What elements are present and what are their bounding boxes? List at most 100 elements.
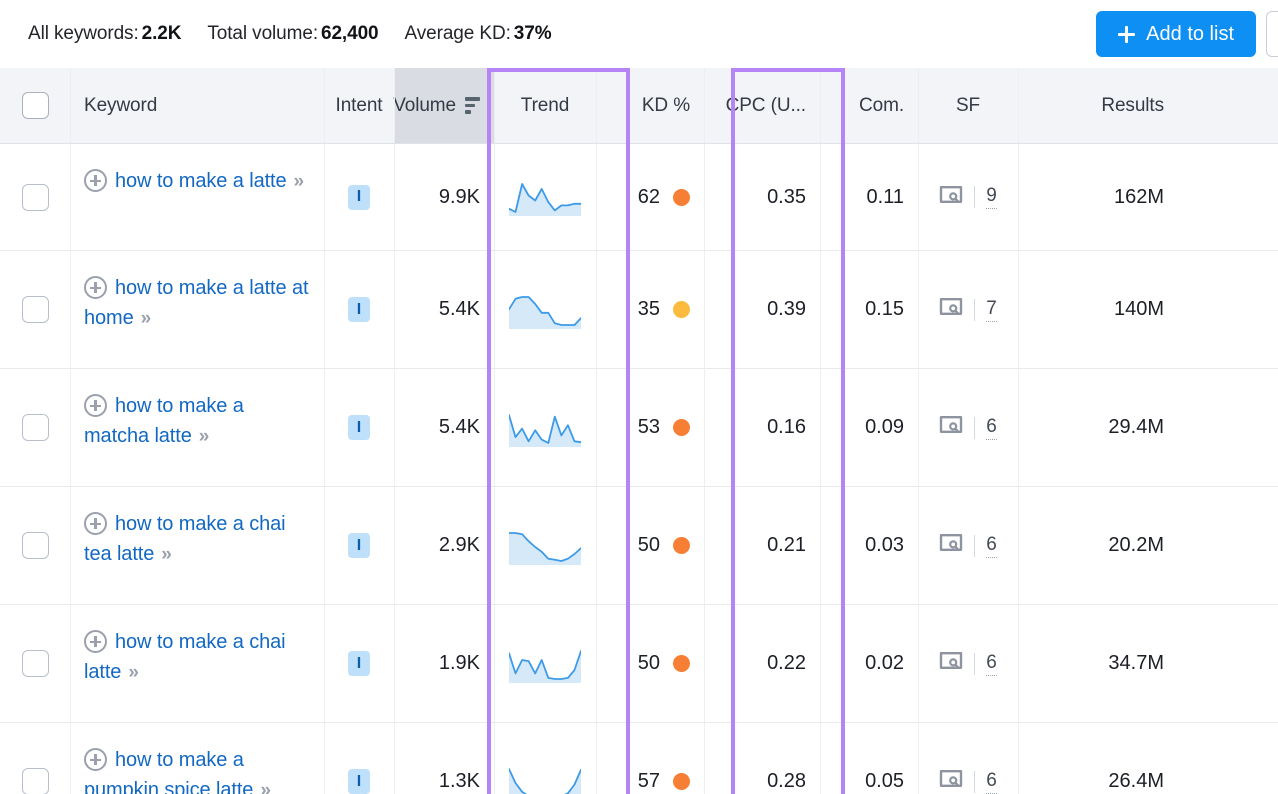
column-header-kd-label: KD % — [642, 95, 690, 117]
trend-cell — [494, 251, 596, 368]
table-row[interactable]: how to make a pumpkin spice latte » I 1.3K 5… — [0, 723, 1278, 794]
summary-toolbar: All keywords:2.2K Total volume:62,400 Av… — [0, 0, 1278, 68]
sf-count[interactable]: 6 — [986, 534, 997, 558]
row-checkbox[interactable] — [22, 184, 49, 211]
table-row[interactable]: how to make a matcha latte»I5.4K530.160.… — [0, 369, 1278, 487]
keyword-expand-icon[interactable]: » — [161, 544, 169, 565]
column-header-com[interactable]: Com. — [820, 68, 918, 143]
serp-features-icon[interactable] — [939, 532, 963, 559]
overflow-menu-button[interactable] — [1266, 11, 1278, 57]
intent-cell: I — [324, 369, 394, 486]
keyword-expand-icon[interactable]: » — [294, 171, 302, 192]
keyword-link[interactable]: how to make a pumpkin spice latte — [84, 749, 253, 794]
serp-features-icon[interactable] — [939, 184, 963, 211]
column-header-kd[interactable]: KD % — [596, 68, 704, 143]
competition-cell: 0.09 — [820, 369, 918, 486]
add-keyword-icon[interactable] — [84, 748, 107, 771]
trend-cell — [494, 487, 596, 604]
add-keyword-icon[interactable] — [84, 630, 107, 653]
intent-cell: I — [324, 144, 394, 250]
kd-value: 35 — [638, 298, 660, 321]
sf-count[interactable]: 7 — [986, 298, 997, 322]
keyword-link[interactable]: how to make a latte at home — [84, 277, 308, 329]
keyword-link[interactable]: how to make a chai tea latte — [84, 513, 286, 565]
kd-cell: 53 — [596, 369, 704, 486]
row-checkbox[interactable] — [22, 768, 49, 794]
serp-features-icon[interactable] — [939, 650, 963, 677]
column-header-sf[interactable]: SF — [918, 68, 1018, 143]
intent-badge[interactable]: I — [348, 297, 370, 322]
intent-badge[interactable]: I — [348, 651, 370, 676]
sf-count[interactable]: 9 — [986, 185, 997, 209]
intent-badge[interactable]: I — [348, 533, 370, 558]
kd-difficulty-dot — [673, 655, 690, 672]
column-header-intent[interactable]: Intent — [324, 68, 394, 143]
serp-features-icon[interactable] — [939, 296, 963, 323]
competition-cell: 0.15 — [820, 251, 918, 368]
cpc-cell: 0.21 — [704, 487, 820, 604]
sf-divider — [974, 417, 975, 439]
intent-badge[interactable]: I — [348, 769, 370, 794]
keyword-expand-icon[interactable]: » — [128, 662, 136, 683]
add-keyword-icon[interactable] — [84, 512, 107, 535]
sf-divider — [974, 186, 975, 208]
kd-difficulty-dot — [673, 773, 690, 790]
keywords-table: Keyword Intent Volume Trend KD % CPC (U.… — [0, 68, 1278, 794]
column-header-volume[interactable]: Volume — [394, 68, 494, 143]
table-row[interactable]: how to make a latte»I9.9K620.350.119162M — [0, 144, 1278, 251]
serp-features-icon[interactable] — [939, 768, 963, 794]
sort-descending-icon — [465, 97, 480, 114]
keyword-expand-icon[interactable]: » — [260, 780, 268, 794]
add-keyword-icon[interactable] — [84, 394, 107, 417]
column-header-cpc[interactable]: CPC (U... — [704, 68, 820, 143]
kd-difficulty-dot — [673, 301, 690, 318]
row-checkbox[interactable] — [22, 650, 49, 677]
column-header-trend[interactable]: Trend — [494, 68, 596, 143]
trend-cell — [494, 369, 596, 486]
average-kd-label: Average KD: — [405, 23, 511, 44]
keyword-cell: how to make a chai tea latte» — [70, 487, 324, 604]
results-cell: 29.4M — [1018, 369, 1178, 486]
sf-count[interactable]: 6 — [986, 652, 997, 676]
row-checkbox[interactable] — [22, 414, 49, 441]
keyword-link[interactable]: how to make a chai latte — [84, 631, 286, 683]
intent-badge[interactable]: I — [348, 415, 370, 440]
row-select-cell — [0, 251, 70, 368]
keyword-link[interactable]: how to make a latte — [115, 170, 287, 192]
kd-difficulty-dot — [673, 537, 690, 554]
sf-count[interactable]: 6 — [986, 416, 997, 440]
sf-cell: 6 — [918, 723, 1018, 794]
keyword-expand-icon[interactable]: » — [141, 308, 149, 329]
row-checkbox[interactable] — [22, 296, 49, 323]
kd-cell: 62 — [596, 144, 704, 250]
keyword-expand-icon[interactable]: » — [199, 426, 207, 447]
sf-cell: 6 — [918, 605, 1018, 722]
select-all-checkbox[interactable] — [22, 92, 49, 119]
table-row[interactable]: how to make a chai latte»I1.9K500.220.02… — [0, 605, 1278, 723]
add-keyword-icon[interactable] — [84, 169, 107, 192]
all-keywords-value: 2.2K — [142, 23, 182, 44]
add-keyword-icon[interactable] — [84, 276, 107, 299]
intent-cell: I — [324, 723, 394, 794]
table-row[interactable]: how to make a latte at home»I5.4K350.390… — [0, 251, 1278, 369]
intent-badge[interactable]: I — [348, 185, 370, 210]
row-checkbox[interactable] — [22, 532, 49, 559]
keyword-cell: how to make a chai latte» — [70, 605, 324, 722]
table-row[interactable]: how to make a chai tea latte»I2.9K500.21… — [0, 487, 1278, 605]
volume-cell: 1.3K — [394, 723, 494, 794]
column-header-results[interactable]: Results — [1018, 68, 1178, 143]
kd-cell: 50 — [596, 605, 704, 722]
kd-cell: 57 — [596, 723, 704, 794]
intent-cell: I — [324, 487, 394, 604]
sf-count[interactable]: 6 — [986, 770, 997, 794]
results-cell: 34.7M — [1018, 605, 1178, 722]
stat-total-volume: Total volume:62,400 — [207, 23, 378, 45]
serp-features-icon[interactable] — [939, 414, 963, 441]
sf-cell: 6 — [918, 369, 1018, 486]
keyword-overview-page: All keywords:2.2K Total volume:62,400 Av… — [0, 0, 1278, 794]
select-all-cell — [0, 68, 70, 143]
keyword-link[interactable]: how to make a matcha latte — [84, 395, 244, 447]
column-header-keyword[interactable]: Keyword — [70, 68, 324, 143]
cpc-cell: 0.16 — [704, 369, 820, 486]
add-to-list-button[interactable]: Add to list — [1096, 11, 1256, 57]
